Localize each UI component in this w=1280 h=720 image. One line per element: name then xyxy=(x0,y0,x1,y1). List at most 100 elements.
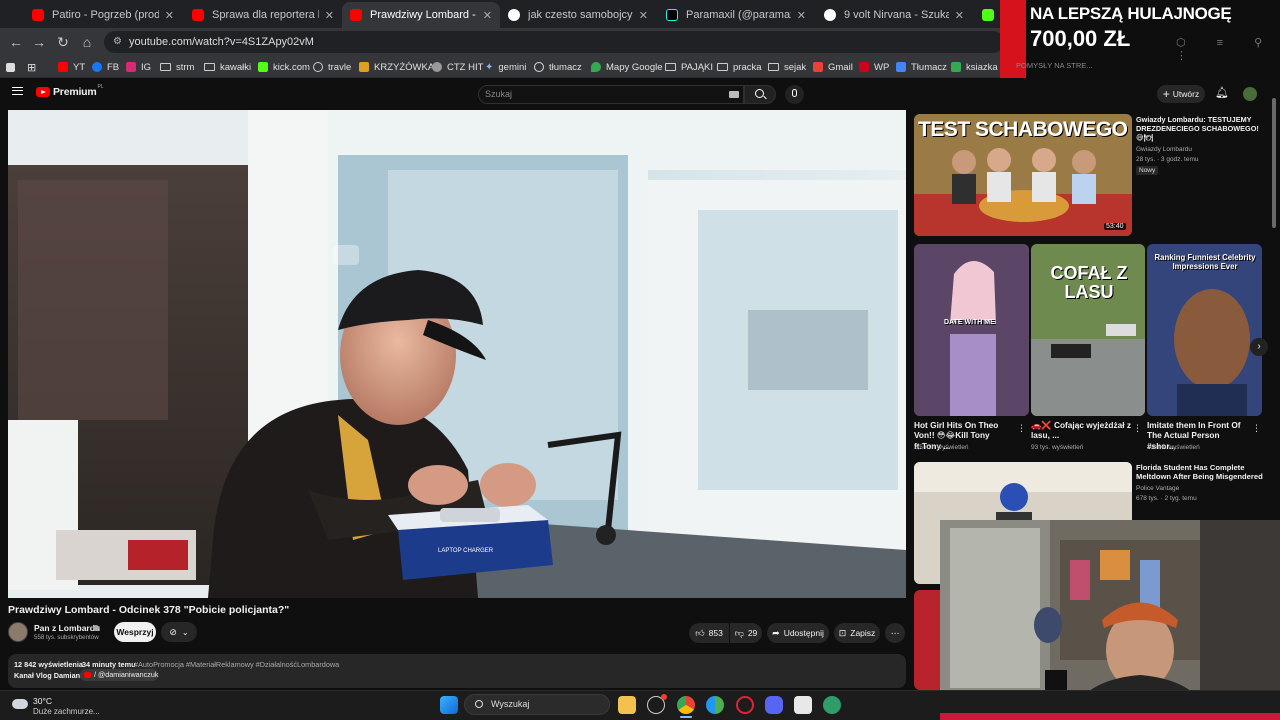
notifications-bell-icon[interactable]: 🔔︎ xyxy=(1215,86,1229,99)
bookmark-strm[interactable]: strm xyxy=(160,59,194,75)
notifications-off-button[interactable]: ⊘ ⌄ xyxy=(161,622,197,642)
bookmark-ig[interactable]: IG xyxy=(126,59,151,75)
weather-temp: 30°C xyxy=(33,696,52,706)
create-button[interactable]: + Utwórz xyxy=(1157,85,1205,103)
reading-list-icon[interactable] xyxy=(6,59,20,75)
channel-avatar[interactable] xyxy=(8,622,28,642)
short-thumbnail-3[interactable]: Ranking Funniest Celebrity Impressions E… xyxy=(1147,244,1262,416)
account-avatar[interactable] xyxy=(1243,87,1257,101)
tab-tiktok[interactable]: Paramaxil (@paramaxil_) | TikTo ✕ xyxy=(658,2,814,28)
subscriber-count: 558 tys. subskrybentów xyxy=(34,634,99,641)
hashtags[interactable]: #AutoPromocja #MateriałReklamowy #Działa… xyxy=(134,660,339,669)
more-options-icon[interactable]: ⋮ xyxy=(1017,423,1026,434)
facebook-icon xyxy=(92,62,102,72)
back-icon[interactable]: ← xyxy=(8,34,24,50)
recommended-video-thumbnail[interactable]: TEST SCHABOWEGO 53:40 xyxy=(914,114,1132,236)
scrollbar-thumb[interactable] xyxy=(1272,98,1276,228)
close-tab-icon[interactable]: ✕ xyxy=(165,9,174,22)
close-tab-icon[interactable]: ✕ xyxy=(955,9,964,22)
tab-label: 9 volt Nirvana - Szukaj w Googl xyxy=(844,9,949,21)
chrome-icon[interactable] xyxy=(677,696,695,714)
bookmark-pajaki[interactable]: PAJĄKI xyxy=(665,59,713,75)
tab-prawdziwy-lombard[interactable]: Prawdziwy Lombard - Odcinek ✕ xyxy=(342,2,500,28)
close-tab-icon[interactable]: ✕ xyxy=(639,9,648,22)
product-box-label: LAPTOP CHARGER xyxy=(438,548,494,554)
video-player[interactable]: LAPTOP CHARGER xyxy=(8,110,906,598)
windows-start-icon[interactable] xyxy=(440,696,458,714)
close-tab-icon[interactable]: ✕ xyxy=(797,9,806,22)
browser-icon[interactable] xyxy=(706,696,724,714)
tab-kick[interactable] xyxy=(974,2,1002,28)
bookmark-krzyzowka[interactable]: KRZYŻÓWKA xyxy=(359,59,434,75)
support-button[interactable]: Wesprzyj xyxy=(114,622,156,642)
bookmark-label: tłumacz xyxy=(549,61,582,73)
more-actions-button[interactable]: ⋯ xyxy=(885,623,905,643)
bookmark-ctz-hit[interactable]: CTZ HIT xyxy=(432,59,483,75)
apps-grid-icon[interactable]: ⊞ xyxy=(27,59,36,75)
youtube-favicon-icon xyxy=(32,9,44,21)
share-button[interactable]: ➦ Udostępnij xyxy=(767,623,829,643)
bookmark-mapy-google[interactable]: Mapy Google xyxy=(591,59,663,75)
more-options-icon[interactable]: ⋮ xyxy=(1252,423,1261,434)
bookmark-label: travle xyxy=(328,61,352,73)
bookmark-tlumacz-ai[interactable]: tłumacz xyxy=(534,59,582,75)
globe-app-icon[interactable] xyxy=(823,696,841,714)
bookmark-tlumacz[interactable]: Tłumacz xyxy=(896,59,947,75)
channel-name[interactable]: Pan z Lombardu xyxy=(34,623,100,633)
recommended-video-title-2[interactable]: Florida Student Has Complete Meltdown Af… xyxy=(1136,463,1264,482)
hamburger-menu-icon[interactable] xyxy=(12,87,23,95)
channel-link-chip[interactable]: / @damianiwanczuk xyxy=(80,669,158,681)
address-bar[interactable]: ⚙ youtube.com/watch?v=4S1ZApy02vM xyxy=(104,31,1004,53)
bookmark-gmail[interactable]: Gmail xyxy=(813,59,853,75)
opera-icon[interactable] xyxy=(736,696,754,714)
more-options-icon[interactable]: ⋮ xyxy=(1133,423,1142,434)
bookmark-kawalki[interactable]: kawałki xyxy=(204,59,251,75)
tab-google-search-2[interactable]: 9 volt Nirvana - Szukaj w Googl ✕ xyxy=(816,2,972,28)
close-tab-icon[interactable]: ✕ xyxy=(325,9,334,22)
close-tab-icon[interactable]: ✕ xyxy=(483,9,492,22)
taskbar-search-box[interactable]: Wyszukaj xyxy=(464,694,610,715)
dislike-button[interactable]: 👎︎ 29 xyxy=(730,623,762,643)
recommended-video-channel[interactable]: Gwiazdy Lombardu xyxy=(1136,146,1192,153)
bookmark-sejak[interactable]: sejak xyxy=(768,59,806,75)
short-title-2[interactable]: 🚗❌ Cofając wyjeżdżał z lasu, ... xyxy=(1031,420,1131,441)
bookmark-wp[interactable]: WP xyxy=(859,59,889,75)
bookmark-pracka[interactable]: pracka xyxy=(717,59,762,75)
site-info-icon[interactable]: ⚙ xyxy=(113,31,122,53)
tab-sprawa-dla-reportera[interactable]: Sprawa dla reportera kupa - You ✕ xyxy=(184,2,342,28)
shorts-next-arrow-icon[interactable]: › xyxy=(1250,338,1268,356)
weather-widget[interactable]: 30°C Duże zachmurze... xyxy=(10,694,120,718)
recommended-video-title[interactable]: Gwiazdy Lombardu: TESTUJEMY DREZDENECIEG… xyxy=(1136,115,1264,142)
bookmark-gemini[interactable]: ✦ gemini xyxy=(485,59,526,75)
bookmark-fb[interactable]: FB xyxy=(92,59,119,75)
bookmark-pomysly[interactable]: POMYSŁY NA STRE... xyxy=(1016,61,1093,70)
obs-icon[interactable] xyxy=(794,696,812,714)
recommended-video-thumbnail-3[interactable] xyxy=(914,590,940,690)
like-button[interactable]: 👍︎ 853 xyxy=(689,623,729,643)
bookmark-ksiazka[interactable]: ksiazka xyxy=(951,59,998,75)
search-input[interactable]: Szukaj xyxy=(478,85,744,104)
bookmark-travle[interactable]: travle xyxy=(313,59,351,75)
search-button[interactable] xyxy=(744,85,776,104)
bookmark-yt[interactable]: YT xyxy=(58,59,85,75)
short-thumbnail-1[interactable]: DATE WITH ME xyxy=(914,244,1029,416)
tab-patiro[interactable]: Patiro - Pogrzeb (prod. Bero) - Y ✕ xyxy=(24,2,182,28)
create-label: Utwórz xyxy=(1172,89,1200,99)
bookmark-kick[interactable]: kick.com xyxy=(258,59,310,75)
short-art-1 xyxy=(914,244,1029,416)
keyboard-icon[interactable] xyxy=(729,91,739,98)
file-explorer-icon[interactable] xyxy=(618,696,636,714)
like-count: 853 xyxy=(708,628,723,638)
tab-google-search-1[interactable]: jak czesto samobojcy zostawiają ✕ xyxy=(500,2,656,28)
home-icon[interactable]: ⌂ xyxy=(79,34,95,50)
short-overlay-text: DATE WITH ME xyxy=(944,319,995,326)
short-thumbnail-2[interactable]: COFAŁ Z LASU xyxy=(1031,244,1145,416)
youtube-logo[interactable]: Premium PL xyxy=(36,84,104,98)
voice-search-icon[interactable] xyxy=(785,85,804,104)
recommended-video-channel-2[interactable]: Police Vantage xyxy=(1136,485,1179,492)
reload-icon[interactable]: ↻ xyxy=(55,34,71,50)
save-button[interactable]: ⊡ Zapisz xyxy=(834,623,880,643)
discord-icon[interactable] xyxy=(765,696,783,714)
promo-price: 700,00 ZŁ xyxy=(1030,26,1131,51)
forward-icon[interactable]: → xyxy=(31,34,47,50)
